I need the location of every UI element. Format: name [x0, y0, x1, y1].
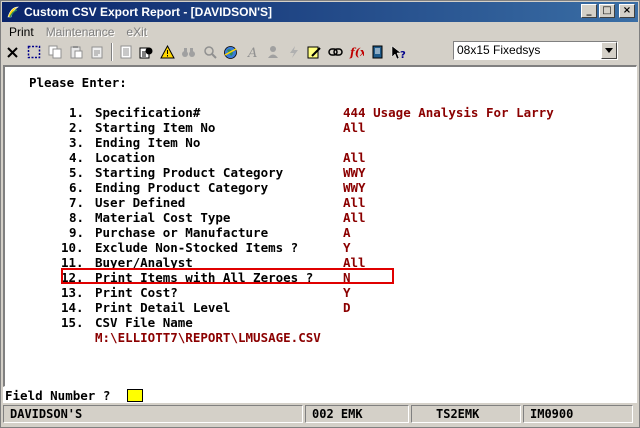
- field-5-label: Starting Product Category: [95, 165, 284, 180]
- report-icon[interactable]: [137, 43, 156, 62]
- svg-text:f(x): f(x): [349, 46, 364, 59]
- status-bar: DAVIDSON'S 002 EMK TS2EMK IM0900: [3, 405, 637, 425]
- window-title: Custom CSV Export Report - [DAVIDSON'S]: [24, 5, 272, 19]
- field-7-num: 7.: [69, 195, 85, 210]
- copy-icon[interactable]: [45, 43, 64, 62]
- field-15-num: 15.: [61, 315, 84, 330]
- field-6-num: 6.: [69, 180, 85, 195]
- paste-icon[interactable]: [66, 43, 85, 62]
- field-3-label: Ending Item No: [95, 135, 201, 150]
- notes-icon[interactable]: [116, 43, 135, 62]
- menu-bar: Print Maintenance eXit: [3, 23, 153, 41]
- link-icon[interactable]: [326, 43, 345, 62]
- maximize-button[interactable]: □: [599, 4, 615, 18]
- field-number-prompt: Field Number ?: [3, 387, 637, 403]
- app-icon: [5, 4, 21, 20]
- field-14-label: Print Detail Level: [95, 300, 231, 315]
- field-4-num: 4.: [69, 150, 85, 165]
- status-company: DAVIDSON'S: [3, 405, 303, 423]
- field-8-value: All: [343, 210, 366, 225]
- field-1-label: Specification#: [95, 105, 201, 120]
- title-bar[interactable]: Custom CSV Export Report - [DAVIDSON'S] …: [2, 2, 638, 22]
- field-14-num: 14.: [61, 300, 84, 315]
- field-5-value: WWY: [343, 165, 366, 180]
- script-a-icon[interactable]: A: [242, 43, 261, 62]
- field-14-value: D: [343, 300, 351, 315]
- field-8-label: Material Cost Type: [95, 210, 231, 225]
- minimize-button[interactable]: _: [581, 4, 597, 18]
- menu-exit[interactable]: eXit: [120, 25, 153, 39]
- close-x-icon[interactable]: [3, 43, 22, 62]
- field-9-num: 9.: [69, 225, 85, 240]
- field-3-num: 3.: [69, 135, 85, 150]
- clipboard-icon[interactable]: [87, 43, 106, 62]
- lightning-icon[interactable]: [284, 43, 303, 62]
- globe-icon[interactable]: [221, 43, 240, 62]
- field-7-value: All: [343, 195, 366, 210]
- field-6-value: WWY: [343, 180, 366, 195]
- field-13-value: Y: [343, 285, 351, 300]
- field-13-num: 13.: [61, 285, 84, 300]
- field-9-value: A: [343, 225, 351, 240]
- field-2-value: All: [343, 120, 366, 135]
- field-10-label: Exclude Non-Stocked Items ?: [95, 240, 299, 255]
- field-number-input[interactable]: [127, 389, 143, 402]
- book-icon[interactable]: [368, 43, 387, 62]
- close-button[interactable]: ×: [619, 4, 635, 18]
- binoculars-icon[interactable]: [179, 43, 198, 62]
- function-icon[interactable]: f(x): [347, 43, 366, 62]
- field-5-num: 5.: [69, 165, 85, 180]
- status-program: IM0900: [523, 405, 633, 423]
- field-2-num: 2.: [69, 120, 85, 135]
- svg-text:?: ?: [400, 50, 406, 60]
- font-select[interactable]: 08x15 Fixedsys: [453, 41, 618, 60]
- svg-text:A: A: [247, 46, 257, 59]
- field-2-label: Starting Item No: [95, 120, 216, 135]
- edit-icon[interactable]: [305, 43, 324, 62]
- status-terminal: TS2EMK: [411, 405, 521, 423]
- prompt-label: Field Number ?: [5, 388, 111, 403]
- field-13-label: Print Cost?: [95, 285, 178, 300]
- alert-icon[interactable]: [158, 43, 177, 62]
- field-1-num: 1.: [69, 105, 85, 120]
- field-8-num: 8.: [69, 210, 85, 225]
- magnifier-icon[interactable]: [200, 43, 219, 62]
- field-12-highlight-box: [61, 268, 394, 284]
- field-9-label: Purchase or Manufacture: [95, 225, 269, 240]
- app-window: Custom CSV Export Report - [DAVIDSON'S] …: [0, 0, 640, 428]
- field-10-value: Y: [343, 240, 351, 255]
- field-7-label: User Defined: [95, 195, 186, 210]
- menu-print[interactable]: Print: [3, 25, 40, 39]
- field-15-label: CSV File Name: [95, 315, 193, 330]
- terminal-screen: Please Enter: 1. Specification# 444 Usag…: [3, 65, 637, 387]
- menu-maintenance[interactable]: Maintenance: [40, 25, 121, 39]
- select-icon[interactable]: [24, 43, 43, 62]
- field-6-label: Ending Product Category: [95, 180, 269, 195]
- status-code: 002 EMK: [305, 405, 409, 423]
- person-icon[interactable]: [263, 43, 282, 62]
- toolbar-separator: [111, 43, 113, 61]
- chevron-down-icon[interactable]: [601, 42, 617, 59]
- field-10-num: 10.: [61, 240, 84, 255]
- csv-file-path: M:\ELLIOTT7\REPORT\LMUSAGE.CSV: [95, 330, 321, 345]
- field-1-value: 444 Usage Analysis For Larry: [343, 105, 554, 120]
- screen-heading: Please Enter:: [29, 75, 127, 90]
- help-pointer-icon[interactable]: ?: [389, 43, 408, 62]
- font-select-value: 08x15 Fixedsys: [457, 43, 541, 57]
- field-4-label: Location: [95, 150, 156, 165]
- field-4-value: All: [343, 150, 366, 165]
